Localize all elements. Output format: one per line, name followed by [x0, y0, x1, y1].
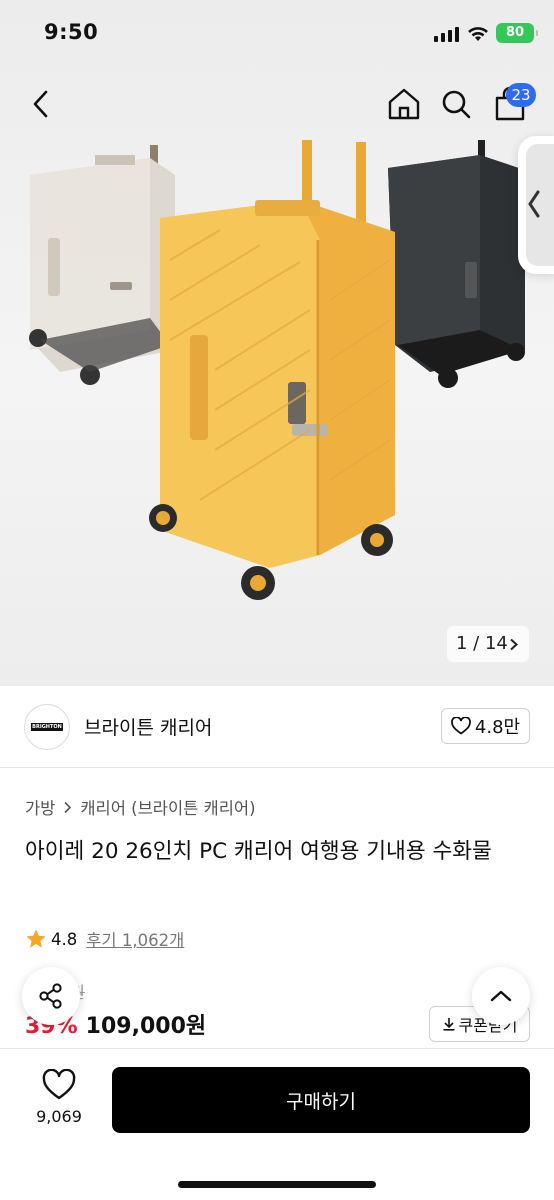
seller-name[interactable]: 브라이튼 캐리어	[84, 713, 212, 740]
heart-icon	[451, 717, 471, 735]
scroll-top-button[interactable]	[472, 967, 530, 1025]
image-counter-label: 1 / 14	[456, 633, 508, 654]
heart-icon[interactable]	[42, 1069, 76, 1101]
battery-icon: 80	[496, 23, 538, 43]
home-indicator	[178, 1181, 376, 1188]
wifi-icon	[468, 27, 488, 41]
seller-logo-text: BRIGHTON	[31, 723, 63, 731]
cart-count-badge: 23	[506, 83, 536, 107]
side-panel-tab[interactable]	[518, 136, 554, 274]
bottom-action-bar: 9,069 구매하기	[0, 1048, 554, 1200]
breadcrumb: 가방 캐리어 (브라이튼 캐리어)	[25, 795, 256, 819]
yellow-suitcase	[149, 140, 395, 600]
wish-count: 9,069	[36, 1107, 82, 1126]
store-like-button[interactable]: 4.8만	[441, 708, 530, 744]
seller-logo[interactable]: BRIGHTON	[24, 704, 70, 750]
rating-row: 4.8 후기 1,062개	[25, 927, 184, 951]
white-suitcase	[29, 145, 175, 385]
buy-button[interactable]: 구매하기	[112, 1067, 530, 1133]
sale-price: 109,000원	[85, 1014, 207, 1039]
rating-value: 4.8	[51, 929, 78, 949]
breadcrumb-item-bag[interactable]: 가방	[25, 795, 55, 819]
chevron-right-icon	[510, 638, 518, 651]
status-time: 9:50	[44, 20, 99, 44]
review-count-link[interactable]: 후기 1,062개	[86, 927, 184, 951]
black-suitcase	[388, 140, 525, 388]
share-button[interactable]	[22, 967, 80, 1025]
search-icon[interactable]	[436, 84, 476, 124]
chevron-right-icon	[64, 801, 72, 813]
chevron-up-icon	[490, 990, 512, 1002]
breadcrumb-item-carrier[interactable]: 캐리어 (브라이튼 캐리어)	[80, 795, 255, 819]
signal-icon	[434, 27, 459, 42]
product-title: 아이레 20 26인치 PC 캐리어 여행용 기내용 수화물	[25, 839, 492, 864]
chevron-left-icon	[528, 190, 540, 218]
share-icon	[39, 983, 62, 1009]
status-bar: 9:50 80	[0, 0, 554, 66]
battery-level: 80	[505, 25, 525, 40]
seller-row[interactable]: BRIGHTON 브라이튼 캐리어 4.8만	[0, 686, 554, 768]
home-icon[interactable]	[384, 84, 424, 124]
image-counter[interactable]: 1 / 14	[447, 626, 529, 662]
star-icon	[26, 929, 46, 948]
back-icon[interactable]	[24, 84, 60, 124]
download-icon	[443, 1018, 455, 1031]
store-like-count: 4.8만	[474, 717, 521, 738]
